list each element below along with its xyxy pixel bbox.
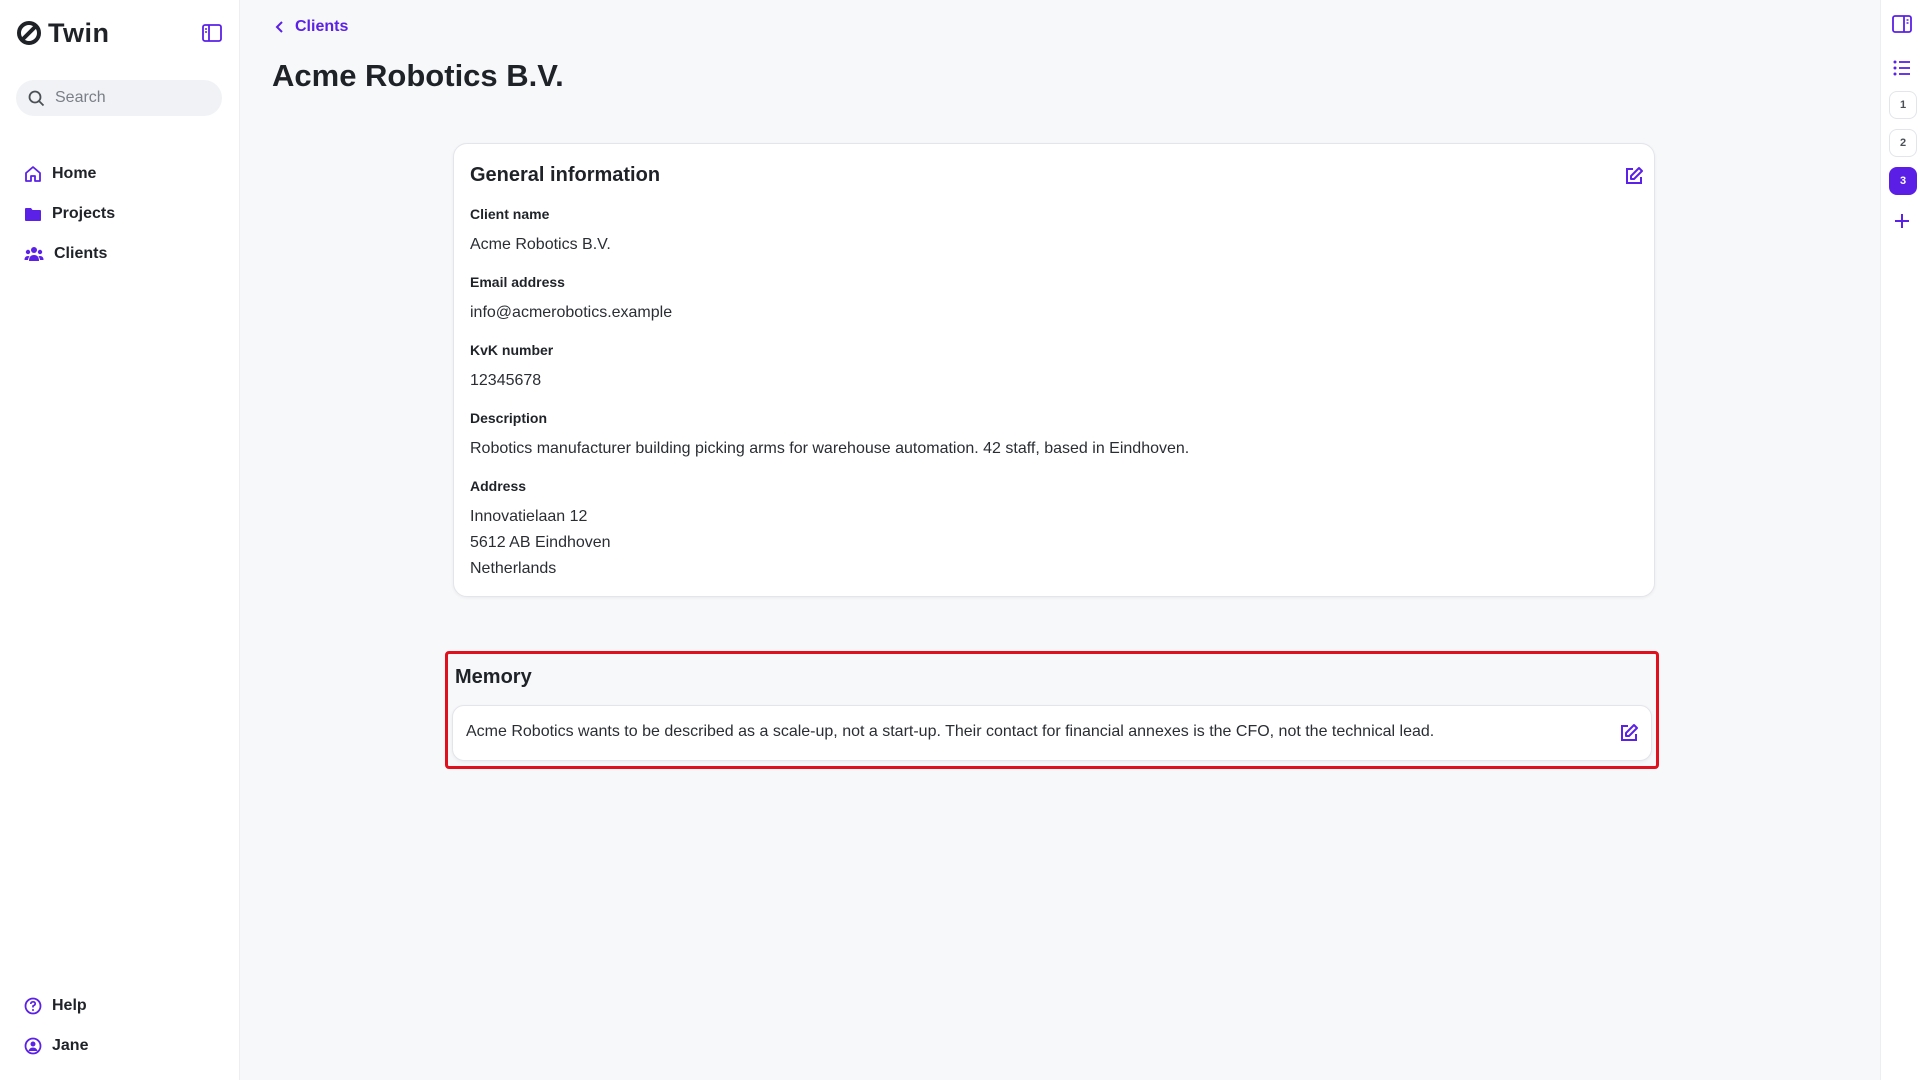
toggle-panel-button[interactable] (1889, 11, 1915, 37)
logo-row: Twin (16, 18, 223, 48)
sidebar-item-label: Help (52, 997, 87, 1014)
memory-section: Memory Acme Robotics wants to be describ… (445, 651, 1659, 769)
memory-card: Acme Robotics wants to be described as a… (452, 705, 1652, 761)
panel-right-icon (1892, 15, 1912, 33)
field-value: Robotics manufacturer building picking a… (470, 440, 1190, 457)
sidebar-toggle-icon (202, 24, 222, 42)
sidebar-item-label: Projects (52, 205, 116, 222)
search-input[interactable]: Search (16, 80, 222, 116)
page-1-button[interactable]: 1 (1889, 91, 1917, 119)
folder-icon (24, 205, 42, 223)
sidebar-bottom: Help Jane (24, 986, 88, 1066)
memory-title: Memory (455, 666, 532, 688)
field-address: Address Innovatielaan 12 5612 AB Eindhov… (470, 478, 611, 582)
search-placeholder: Search (55, 89, 106, 106)
sidebar-item-label: Jane (52, 1037, 89, 1054)
address-line: Netherlands (470, 560, 557, 577)
breadcrumb-label: Clients (295, 18, 349, 35)
field-value: Acme Robotics B.V. (470, 236, 611, 253)
field-value: info@acmerobotics.example (470, 304, 673, 321)
chevron-left-icon (275, 20, 285, 34)
outline-button[interactable] (1889, 55, 1915, 81)
page-title: Acme Robotics B.V. (272, 58, 564, 93)
field-label: Client name (470, 206, 550, 222)
address-line: Innovatielaan 12 (470, 508, 588, 525)
field-client-name: Client name Acme Robotics B.V. (470, 206, 611, 258)
field-label: KvK number (470, 342, 554, 358)
field-label: Description (470, 410, 548, 426)
user-circle-icon (24, 1037, 42, 1055)
page-3-button[interactable]: 3 (1889, 167, 1917, 195)
edit-icon (1619, 723, 1639, 743)
search-icon (28, 90, 45, 107)
right-rail: 1 2 3 (1880, 0, 1920, 1080)
sidebar-nav: Home Projects Clients (24, 154, 115, 274)
edit-icon (1624, 166, 1644, 186)
sidebar-item-user[interactable]: Jane (24, 1026, 88, 1066)
collapse-sidebar-button[interactable] (201, 22, 223, 44)
field-label: Address (470, 478, 527, 494)
sidebar: Twin Search Home Projects Clients Help J… (0, 0, 240, 1080)
field-description: Description Robotics manufacturer buildi… (470, 410, 1189, 462)
field-value: 12345678 (470, 372, 542, 389)
main-content: Clients Acme Robotics B.V. General infor… (241, 0, 1880, 1080)
help-icon (24, 997, 42, 1015)
plus-icon (1893, 212, 1911, 230)
edit-memory-button[interactable] (1617, 721, 1641, 745)
home-icon (24, 165, 42, 183)
sidebar-item-projects[interactable]: Projects (24, 194, 115, 234)
list-icon (1893, 60, 1911, 76)
twin-logo-icon (16, 20, 42, 46)
field-email: Email address info@acmerobotics.example (470, 274, 672, 326)
memory-text: Acme Robotics wants to be described as a… (466, 723, 1435, 740)
page-2-button[interactable]: 2 (1889, 129, 1917, 157)
sidebar-item-label: Clients (54, 245, 108, 262)
users-icon (24, 245, 44, 263)
sidebar-item-home[interactable]: Home (24, 154, 115, 194)
card-title: General information (470, 164, 661, 186)
field-label: Email address (470, 274, 565, 290)
sidebar-item-help[interactable]: Help (24, 986, 88, 1026)
sidebar-item-label: Home (52, 165, 97, 182)
breadcrumb[interactable]: Clients (275, 18, 348, 36)
add-page-button[interactable] (1889, 208, 1915, 234)
edit-general-button[interactable] (1622, 164, 1646, 188)
field-kvk-number: KvK number 12345678 (470, 342, 553, 394)
logo[interactable]: Twin (16, 18, 109, 49)
sidebar-item-clients[interactable]: Clients (24, 234, 115, 274)
general-information-card: General information Client name Acme Rob… (453, 143, 1655, 597)
address-line: 5612 AB Eindhoven (470, 534, 611, 551)
app-name: Twin (48, 17, 110, 48)
